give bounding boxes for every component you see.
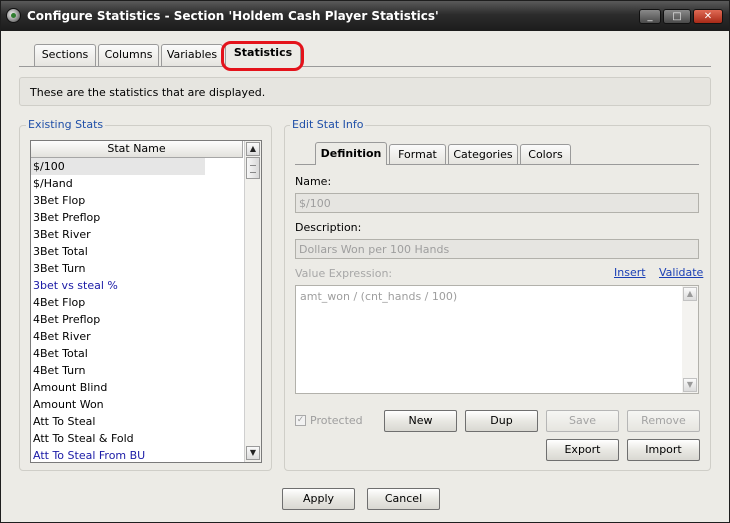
value-expression-textarea[interactable]: amt_won / (cnt_hands / 100) ▲ ▼	[295, 285, 699, 394]
export-button[interactable]: Export	[546, 439, 619, 461]
stats-list-item[interactable]: $/100	[31, 158, 205, 175]
protected-checkbox[interactable]: ✓	[295, 415, 306, 426]
stats-list-item[interactable]: Att To Steal & Fold	[31, 430, 245, 447]
tab-columns[interactable]: Columns	[98, 44, 159, 66]
remove-button[interactable]: Remove	[627, 410, 700, 432]
scroll-down-arrow-icon[interactable]: ▼	[683, 378, 697, 392]
stats-list-item[interactable]: 4Bet Total	[31, 345, 245, 362]
window-title: Configure Statistics - Section 'Holdem C…	[27, 9, 439, 23]
tab-colors[interactable]: Colors	[520, 144, 571, 164]
stats-list-item[interactable]: Att To Steal From BU	[31, 447, 245, 462]
info-box: These are the statistics that are displa…	[19, 77, 711, 106]
value-expression-text: amt_won / (cnt_hands / 100)	[300, 290, 458, 303]
configure-statistics-window: Configure Statistics - Section 'Holdem C…	[0, 0, 730, 523]
existing-stats-label: Existing Stats	[26, 118, 106, 131]
cancel-button[interactable]: Cancel	[367, 488, 440, 510]
value-expression-scrollbar[interactable]: ▲ ▼	[682, 286, 698, 393]
scroll-down-arrow-icon[interactable]: ▼	[246, 446, 260, 460]
description-field[interactable]	[295, 239, 699, 259]
save-button[interactable]: Save	[546, 410, 619, 432]
insert-link[interactable]: Insert	[614, 266, 646, 279]
stats-list-item[interactable]: 3Bet River	[31, 226, 245, 243]
name-field[interactable]	[295, 193, 699, 213]
stats-list-item[interactable]: Amount Blind	[31, 379, 245, 396]
app-logo-icon	[6, 8, 21, 23]
import-button[interactable]: Import	[627, 439, 700, 461]
tab-strip-divider	[19, 66, 711, 67]
description-label: Description:	[295, 221, 362, 234]
tab-definition[interactable]: Definition	[315, 142, 387, 165]
stats-list-scrollbar[interactable]: ▲ ▼	[244, 141, 261, 462]
minimize-button[interactable]: _	[639, 9, 661, 24]
title-bar[interactable]: Configure Statistics - Section 'Holdem C…	[1, 1, 729, 31]
scroll-up-arrow-icon[interactable]: ▲	[683, 287, 697, 301]
stat-name-column-header[interactable]: Stat Name	[31, 141, 243, 158]
stats-list-item[interactable]: 4Bet Turn	[31, 362, 245, 379]
stats-list[interactable]: Stat Name $/100 $/Hand 3Bet Flop 3Bet Prefl…	[30, 140, 262, 463]
stats-list-item[interactable]: 3Bet Turn	[31, 260, 245, 277]
dup-button[interactable]: Dup	[465, 410, 538, 432]
scroll-up-arrow-icon[interactable]: ▲	[246, 142, 260, 156]
stats-list-item[interactable]: Amount Won	[31, 396, 245, 413]
new-button[interactable]: New	[384, 410, 457, 432]
apply-button[interactable]: Apply	[282, 488, 355, 510]
stats-list-item[interactable]: 4Bet Flop	[31, 294, 245, 311]
protected-label: Protected	[310, 414, 363, 427]
stats-list-item[interactable]: 3Bet Preflop	[31, 209, 245, 226]
tab-variables[interactable]: Variables	[161, 44, 223, 66]
stats-list-item[interactable]: 4Bet River	[31, 328, 245, 345]
statistics-tab-highlight-ring	[221, 41, 304, 71]
name-label: Name:	[295, 175, 332, 188]
stats-list-item[interactable]: 3Bet Flop	[31, 192, 245, 209]
value-expression-label: Value Expression:	[295, 267, 393, 280]
tab-format[interactable]: Format	[389, 144, 446, 164]
tab-categories[interactable]: Categories	[448, 144, 518, 164]
stats-list-item[interactable]: $/Hand	[31, 175, 245, 192]
stats-list-item[interactable]: 3Bet Total	[31, 243, 245, 260]
stats-list-item[interactable]: 4Bet Preflop	[31, 311, 245, 328]
tab-sections[interactable]: Sections	[34, 44, 96, 66]
maximize-button[interactable]: □	[663, 9, 691, 24]
edit-stat-info-label: Edit Stat Info	[290, 118, 366, 131]
stats-list-rows: $/100 $/Hand 3Bet Flop 3Bet Preflop 3Bet Riv…	[31, 158, 245, 462]
stats-list-item[interactable]: Att To Steal	[31, 413, 245, 430]
info-text: These are the statistics that are displa…	[30, 86, 266, 99]
stats-list-item[interactable]: 3bet vs steal %	[31, 277, 245, 294]
close-button[interactable]: ✕	[693, 9, 723, 24]
scroll-thumb[interactable]	[246, 157, 260, 179]
validate-link[interactable]: Validate	[659, 266, 703, 279]
